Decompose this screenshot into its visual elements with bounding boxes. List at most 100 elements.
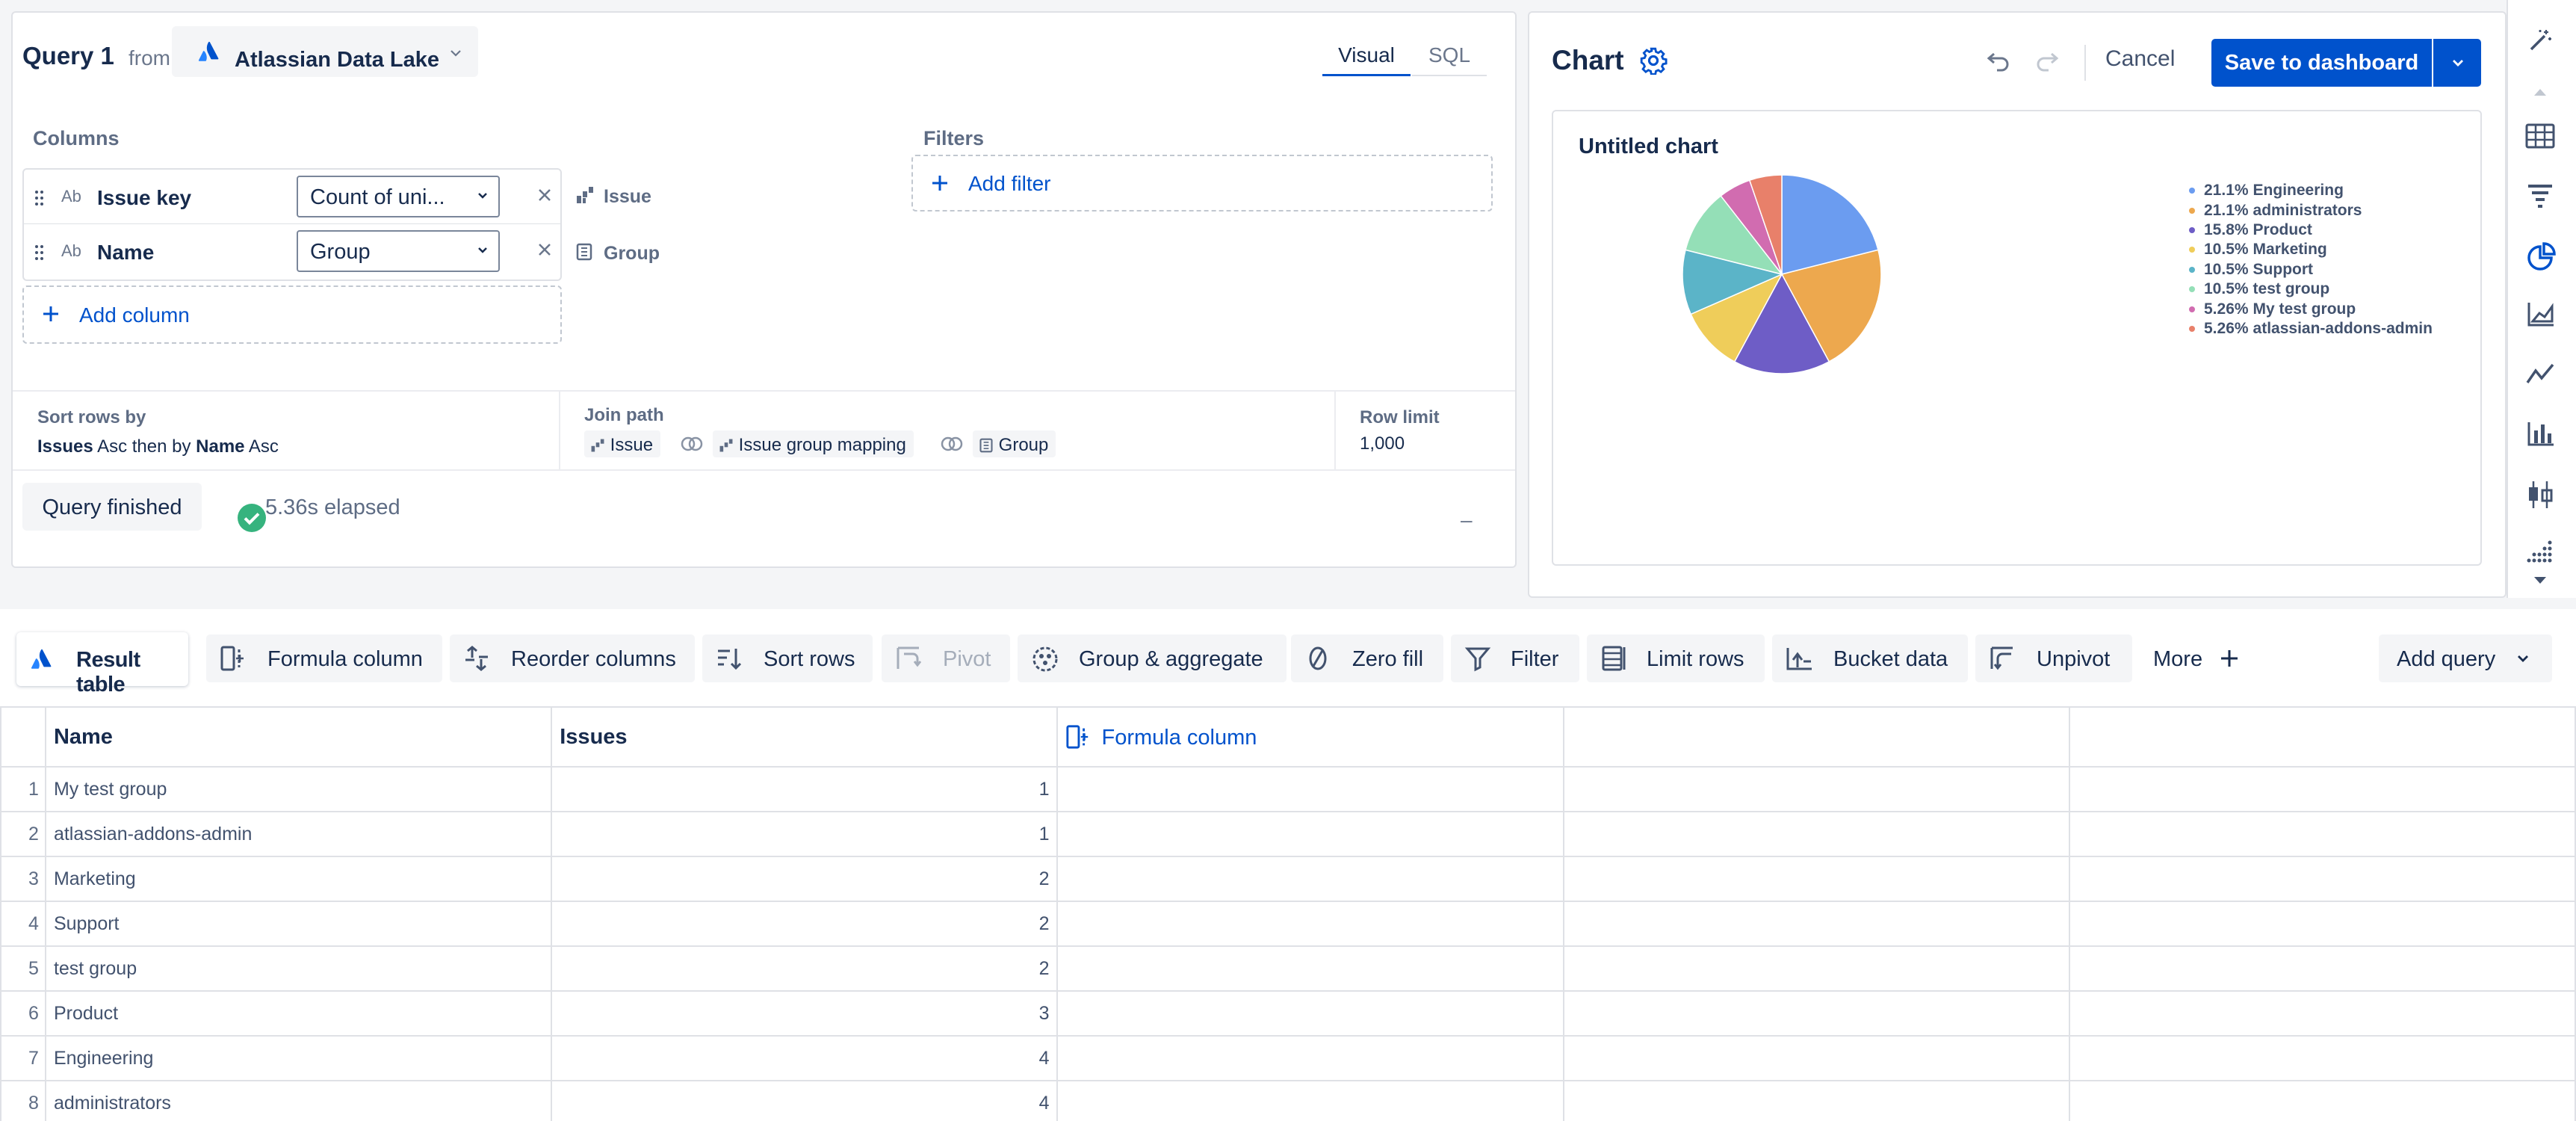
table-row[interactable]: 2 atlassian-addons-admin 1 <box>0 811 2576 857</box>
legend-item[interactable]: 21.1% administrators <box>2189 200 2433 220</box>
name-cell[interactable]: Engineering <box>44 1035 553 1081</box>
issues-cell[interactable]: 4 <box>551 1035 1059 1081</box>
empty-cell[interactable] <box>1562 990 2070 1037</box>
scroll-up-icon[interactable] <box>2531 87 2549 97</box>
legend-item[interactable]: 10.5% Marketing <box>2189 240 2433 259</box>
issues-cell[interactable]: 2 <box>551 856 1059 902</box>
name-cell[interactable]: test group <box>44 945 553 992</box>
table-row[interactable]: 6 Product 3 <box>0 990 2576 1037</box>
tab-visual[interactable]: Visual <box>1322 31 1411 76</box>
empty-cell[interactable] <box>1562 856 2070 902</box>
empty-cell[interactable] <box>1562 811 2070 857</box>
legend-item[interactable]: 21.1% Engineering <box>2189 181 2433 200</box>
empty-cell[interactable] <box>2068 856 2576 902</box>
legend-item[interactable]: 5.26% My test group <box>2189 299 2433 318</box>
more-button[interactable]: More <box>2144 634 2249 682</box>
group-aggregate-button[interactable]: Group & aggregate <box>1018 634 1287 682</box>
remove-column-icon[interactable] <box>536 241 554 259</box>
table-row[interactable]: 3 Marketing 2 <box>0 856 2576 902</box>
add-query-button[interactable]: Add query <box>2379 634 2552 682</box>
issues-cell[interactable]: 4 <box>551 1080 1059 1121</box>
bucket-data-button[interactable]: Bucket data <box>1772 634 1968 682</box>
name-cell[interactable]: atlassian-addons-admin <box>44 811 553 857</box>
formula-cell[interactable] <box>1056 766 1564 812</box>
zero-fill-button[interactable]: Zero fill <box>1291 634 1443 682</box>
issues-cell[interactable]: 2 <box>551 901 1059 947</box>
save-to-dashboard-button[interactable]: Save to dashboard <box>2211 39 2432 87</box>
empty-cell[interactable] <box>2068 766 2576 812</box>
table-row[interactable]: 4 Support 2 <box>0 901 2576 947</box>
settings-gear-icon[interactable] <box>1639 46 1668 75</box>
legend-item[interactable]: 15.8% Product <box>2189 220 2433 240</box>
remove-column-icon[interactable] <box>536 186 554 204</box>
formula-cell[interactable] <box>1056 811 1564 857</box>
column-row[interactable]: Ab Name Group <box>22 224 562 281</box>
sort-summary[interactable]: Issues Asc then by Name Asc <box>37 436 279 457</box>
formula-cell[interactable] <box>1056 945 1564 992</box>
empty-cell[interactable] <box>2068 1035 2576 1081</box>
empty-cell[interactable] <box>1562 1035 2070 1081</box>
formula-cell[interactable] <box>1056 1080 1564 1121</box>
table-row[interactable]: 1 My test group 1 <box>0 766 2576 812</box>
issues-cell[interactable]: 3 <box>551 990 1059 1037</box>
name-cell[interactable]: Support <box>44 901 553 947</box>
cancel-button[interactable]: Cancel <box>2105 46 2175 72</box>
name-cell[interactable]: administrators <box>44 1080 553 1121</box>
redo-icon[interactable] <box>2034 51 2061 73</box>
name-cell[interactable]: Marketing <box>44 856 553 902</box>
legend-item[interactable]: 10.5% test group <box>2189 280 2433 299</box>
formula-cell[interactable] <box>1056 901 1564 947</box>
result-table-tab[interactable]: Result table <box>16 632 188 697</box>
add-filter-button[interactable]: Add filter <box>911 155 1493 211</box>
add-column-button[interactable]: Add column <box>22 285 562 344</box>
legend-item[interactable]: 5.26% atlassian-addons-admin <box>2189 319 2433 339</box>
column-header[interactable]: Issues <box>551 706 1059 768</box>
unpivot-button[interactable]: Unpivot <box>1975 634 2132 682</box>
formula-cell[interactable] <box>1056 856 1564 902</box>
formula-cell[interactable] <box>1056 990 1564 1037</box>
pivot-button[interactable]: Pivot <box>882 634 1010 682</box>
pie-chart[interactable] <box>1681 173 1883 375</box>
funnel-chart-icon[interactable] <box>2527 183 2554 209</box>
table-row[interactable]: 7 Engineering 4 <box>0 1035 2576 1081</box>
issues-cell[interactable]: 1 <box>551 766 1059 812</box>
name-cell[interactable]: Product <box>44 990 553 1037</box>
name-cell[interactable]: My test group <box>44 766 553 812</box>
empty-cell[interactable] <box>1562 901 2070 947</box>
formula-column-button[interactable]: Formula column <box>206 634 442 682</box>
line-chart-icon[interactable] <box>2525 362 2555 386</box>
undo-icon[interactable] <box>1985 51 2012 73</box>
drag-handle-icon[interactable] <box>34 244 45 262</box>
empty-cell[interactable] <box>2068 990 2576 1037</box>
reorder-columns-button[interactable]: Reorder columns <box>450 634 695 682</box>
magic-wand-icon[interactable] <box>2527 27 2554 54</box>
legend-item[interactable]: 10.5% Support <box>2189 260 2433 280</box>
scatter-chart-icon[interactable] <box>2525 540 2555 565</box>
column-header[interactable] <box>2068 706 2576 768</box>
aggregation-select[interactable]: Group <box>297 230 500 272</box>
table-chart-icon[interactable] <box>2525 123 2555 149</box>
empty-cell[interactable] <box>1562 766 2070 812</box>
empty-cell[interactable] <box>2068 811 2576 857</box>
empty-cell[interactable] <box>2068 901 2576 947</box>
pie-chart-type-button[interactable] <box>2519 236 2564 278</box>
aggregation-select[interactable]: Count of uni... <box>297 176 500 217</box>
formula-column-header[interactable]: Formula column <box>1056 706 1564 768</box>
formula-cell[interactable] <box>1056 1035 1564 1081</box>
column-header[interactable] <box>1562 706 2070 768</box>
table-row[interactable]: 5 test group 2 <box>0 945 2576 992</box>
area-chart-icon[interactable] <box>2527 300 2555 327</box>
empty-cell[interactable] <box>2068 1080 2576 1121</box>
limit-rows-button[interactable]: Limit rows <box>1587 634 1765 682</box>
filter-button[interactable]: Filter <box>1451 634 1579 682</box>
scroll-down-icon[interactable] <box>2531 575 2549 586</box>
drag-handle-icon[interactable] <box>34 189 45 207</box>
empty-cell[interactable] <box>1562 1080 2070 1121</box>
sort-rows-button[interactable]: Sort rows <box>702 634 873 682</box>
save-options-button[interactable] <box>2433 39 2481 87</box>
row-limit-value[interactable]: 1,000 <box>1360 433 1405 454</box>
table-row[interactable]: 8 administrators 4 <box>0 1080 2576 1121</box>
empty-cell[interactable] <box>2068 945 2576 992</box>
column-header[interactable]: Name <box>44 706 553 768</box>
issues-cell[interactable]: 2 <box>551 945 1059 992</box>
